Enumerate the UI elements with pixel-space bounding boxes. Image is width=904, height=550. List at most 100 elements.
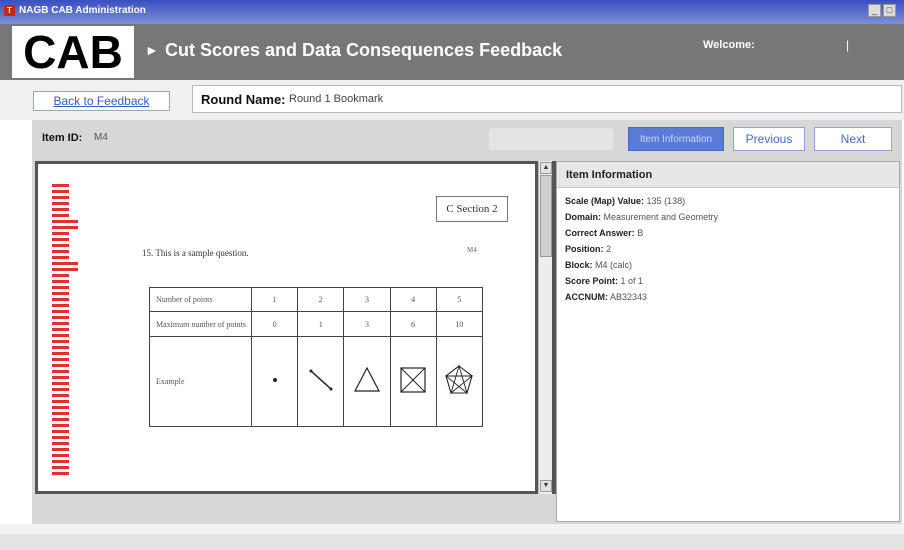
info-value: AB32343 xyxy=(610,292,648,302)
back-to-feedback-button[interactable]: Back to Feedback xyxy=(33,91,170,111)
table-row: Example xyxy=(149,335,484,428)
minimize-button[interactable]: _ xyxy=(868,4,881,17)
bookmark-tick[interactable] xyxy=(52,304,69,307)
info-key: Correct Answer: xyxy=(565,228,635,238)
item-information-body: Scale (Map) Value: 135 (138) Domain: Mea… xyxy=(557,188,899,305)
next-button[interactable]: Next xyxy=(814,127,892,151)
info-row-score-point: Score Point: 1 of 1 xyxy=(557,273,899,289)
bookmark-tick[interactable] xyxy=(52,298,69,301)
info-value: 135 (138) xyxy=(646,196,686,206)
scroll-up-icon[interactable]: ▲ xyxy=(540,162,552,174)
user-name-link[interactable] xyxy=(778,39,838,51)
maximize-button[interactable]: □ xyxy=(883,4,896,17)
bookmark-tick[interactable] xyxy=(52,292,69,295)
bookmark-tick[interactable] xyxy=(52,250,69,253)
table-row: Number of points 1 2 3 4 5 xyxy=(149,286,484,313)
bookmark-tick[interactable] xyxy=(52,430,69,433)
bookmark-tick[interactable] xyxy=(52,472,69,475)
place-bookmark-button-disabled xyxy=(489,128,613,150)
bookmark-tick[interactable] xyxy=(52,466,69,469)
bookmark-tick[interactable] xyxy=(52,280,69,283)
example-3-points xyxy=(343,335,391,428)
scroll-thumb[interactable] xyxy=(540,175,552,257)
bookmark-tick[interactable] xyxy=(52,322,69,325)
table-cell: 6 xyxy=(389,311,437,337)
bookmark-tick[interactable] xyxy=(52,244,69,247)
footer-strip xyxy=(0,534,904,550)
bookmark-tick[interactable] xyxy=(52,214,69,217)
document-viewer: C Section 2 15. This is a sample questio… xyxy=(35,161,538,494)
info-key: Position: xyxy=(565,244,604,254)
previous-button[interactable]: Previous xyxy=(733,127,805,151)
info-key: Block: xyxy=(565,260,593,270)
scroll-down-icon[interactable]: ▼ xyxy=(540,480,552,492)
document-page[interactable]: C Section 2 15. This is a sample questio… xyxy=(38,164,535,491)
bookmark-tick[interactable] xyxy=(52,406,69,409)
window-controls: _ □ xyxy=(868,4,896,17)
bookmark-tick[interactable] xyxy=(52,388,69,391)
bookmark-tick[interactable] xyxy=(52,370,69,373)
bookmark-tick[interactable] xyxy=(52,460,69,463)
item-id-value: M4 xyxy=(94,132,108,143)
bookmark-tick[interactable] xyxy=(52,220,78,223)
app-header: CAB ► Cut Scores and Data Consequences F… xyxy=(0,24,904,80)
welcome-label: Welcome: xyxy=(703,39,755,51)
info-row-position: Position: 2 xyxy=(557,241,899,257)
bookmark-tick[interactable] xyxy=(52,184,69,187)
item-information-title: Item Information xyxy=(557,162,899,188)
round-bar: Back to Feedback Round Name: Round 1 Boo… xyxy=(0,80,904,120)
status-footer xyxy=(0,524,904,550)
table-row-label: Example xyxy=(149,335,252,428)
bookmark-tick[interactable] xyxy=(52,436,69,439)
info-key: Score Point: xyxy=(565,276,619,286)
question-id: M4 xyxy=(467,246,477,254)
bookmark-tick[interactable] xyxy=(52,400,69,403)
round-name-label: Round Name: xyxy=(201,92,286,107)
info-row-block: Block: M4 (calc) xyxy=(557,257,899,273)
bookmark-tick[interactable] xyxy=(52,334,69,337)
example-1-point xyxy=(250,335,299,428)
bookmark-tick[interactable] xyxy=(52,352,69,355)
cab-logo: CAB xyxy=(12,26,134,78)
bookmark-tick[interactable] xyxy=(52,412,69,415)
info-key: Scale (Map) Value: xyxy=(565,196,645,206)
bookmark-tick[interactable] xyxy=(52,190,69,193)
bookmark-tick[interactable] xyxy=(52,346,69,349)
round-name-box: Round Name: Round 1 Bookmark xyxy=(192,85,902,113)
bookmark-tick[interactable] xyxy=(52,226,78,229)
bookmark-tick[interactable] xyxy=(52,316,69,319)
arrow-right-icon: ► xyxy=(145,42,159,58)
bookmark-tick[interactable] xyxy=(52,454,69,457)
bookmark-tick[interactable] xyxy=(52,286,69,289)
bookmark-tick[interactable] xyxy=(52,238,69,241)
bookmark-tick[interactable] xyxy=(52,202,69,205)
bookmark-tick[interactable] xyxy=(52,208,69,211)
bookmark-tick[interactable] xyxy=(52,418,69,421)
table-row-label: Number of points xyxy=(149,286,252,313)
bookmark-tick[interactable] xyxy=(52,358,69,361)
bookmark-tick[interactable] xyxy=(52,442,69,445)
bookmark-tick[interactable] xyxy=(52,448,69,451)
bookmark-ticks xyxy=(52,184,82,484)
bookmark-tick[interactable] xyxy=(52,364,69,367)
info-value: 2 xyxy=(606,244,612,254)
bookmark-tick[interactable] xyxy=(52,382,69,385)
question-table: Number of points 1 2 3 4 5 Maximum numbe… xyxy=(149,286,484,428)
bookmark-tick[interactable] xyxy=(52,328,69,331)
bookmark-tick[interactable] xyxy=(52,376,69,379)
document-scrollbar[interactable]: ▲ ▼ xyxy=(538,161,552,494)
item-information-button[interactable]: Item Information xyxy=(628,127,724,151)
item-toolbar: Item ID: M4 Item Information Previous Ne… xyxy=(32,120,902,158)
bookmark-tick[interactable] xyxy=(52,268,78,271)
bookmark-tick[interactable] xyxy=(52,256,69,259)
bookmark-tick[interactable] xyxy=(52,340,69,343)
bookmark-tick[interactable] xyxy=(52,274,69,277)
bookmark-tick[interactable] xyxy=(52,394,69,397)
bookmark-tick[interactable] xyxy=(52,196,69,199)
bookmark-tick[interactable] xyxy=(52,262,78,265)
bookmark-tick[interactable] xyxy=(52,232,69,235)
main-frame: C Section 2 15. This is a sample questio… xyxy=(32,158,902,524)
bookmark-tick[interactable] xyxy=(52,310,69,313)
section-text: Section 2 xyxy=(456,203,498,215)
bookmark-tick[interactable] xyxy=(52,424,69,427)
